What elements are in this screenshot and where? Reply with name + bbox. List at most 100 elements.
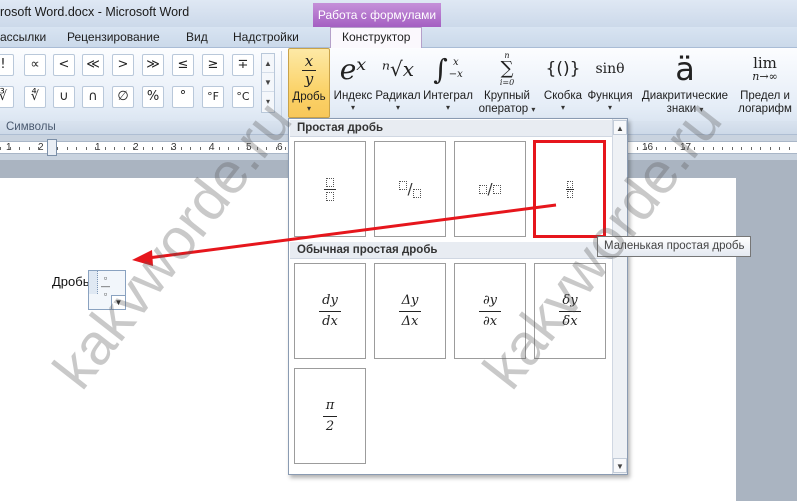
- ruler-tick: [0, 147, 1, 150]
- chevron-down-icon: ▾: [607, 103, 612, 112]
- ruler-tick: [656, 147, 657, 150]
- ruler-tick: [143, 147, 144, 150]
- symbol-button[interactable]: °: [172, 86, 194, 108]
- chevron-down-icon: ▾: [395, 103, 400, 112]
- tab-view[interactable]: Вид: [186, 30, 208, 44]
- symbol-button[interactable]: ≥: [202, 54, 224, 76]
- ruler-tick: [238, 147, 239, 150]
- chevron-down-icon: ▾: [350, 103, 355, 112]
- ruler-tick: [67, 147, 68, 150]
- expand-icon[interactable]: ▾: [262, 92, 274, 111]
- symbol-button[interactable]: ∛: [0, 86, 14, 108]
- limit-icon: lim n→∞: [752, 54, 778, 83]
- scroll-up-icon[interactable]: ▲: [613, 120, 627, 135]
- fraction-formula: ∂y ∂x: [479, 293, 501, 330]
- ruler-tick: [646, 147, 647, 150]
- sum-icon: n ∑ i=0: [499, 51, 515, 87]
- symbol-button[interactable]: ∝: [24, 54, 46, 76]
- ruler-tick: [38, 147, 39, 150]
- symbols-scroll[interactable]: ▲ ▼ ▾: [261, 53, 275, 113]
- symbol-button[interactable]: ≫: [142, 54, 164, 76]
- tab-addins[interactable]: Надстройки: [233, 30, 299, 44]
- document-text: Дробь: [52, 274, 90, 289]
- gallery-scrollbar[interactable]: ▲ ▼: [612, 119, 627, 474]
- ruler-tick: [95, 147, 96, 150]
- fraction-partial-tile[interactable]: ∂y ∂x: [454, 263, 526, 359]
- tooltip: Маленькая простая дробь: [597, 236, 752, 257]
- mini-fraction-icon: ▫ — ▫: [101, 273, 110, 299]
- ruler-tick: [114, 147, 115, 150]
- symbol-button[interactable]: %: [142, 86, 164, 108]
- index-icon: eˣ: [339, 52, 367, 86]
- ruler-tick: [694, 147, 695, 150]
- linear-fraction-tile[interactable]: /: [454, 141, 526, 237]
- index-label: Индекс: [333, 90, 373, 102]
- highlight-frame: [533, 140, 606, 238]
- fraction-small-delta-tile[interactable]: δy δx: [534, 263, 606, 359]
- function-label: Функция: [587, 90, 633, 102]
- radical-button[interactable]: ⁿ√x Радикал ▾: [374, 48, 422, 118]
- skewed-fraction-tile[interactable]: /: [374, 141, 446, 237]
- chevron-down-icon: ▾: [560, 103, 565, 112]
- bracket-label: Скобка: [543, 90, 583, 102]
- symbol-button[interactable]: ∩: [82, 86, 104, 108]
- ruler-tick: [751, 147, 752, 150]
- symbol-button[interactable]: >: [112, 54, 134, 76]
- ribbon-tabs: ассылки Рецензирование Вид Надстройки Ко…: [0, 27, 797, 49]
- scroll-up-icon[interactable]: ▲: [262, 54, 274, 73]
- accent-icon: ä: [675, 50, 695, 88]
- symbol-button[interactable]: ∅: [112, 86, 134, 108]
- symbol-button[interactable]: !: [0, 54, 14, 76]
- ruler-tick: [741, 147, 742, 150]
- symbol-button[interactable]: °C: [232, 86, 254, 108]
- fraction-formula: π2: [323, 398, 337, 435]
- ribbon-panel: ! ∝ < ≪ > ≫ ≤ ≥ ∓ ∛ ∜ ∪ ∩ ∅ % ° °F °C ▲ …: [0, 48, 797, 121]
- integral-button[interactable]: ∫ x −x Интеграл ▾: [422, 48, 474, 118]
- ruler-tick: [152, 147, 153, 150]
- ruler-tick: [665, 147, 666, 150]
- symbol-button[interactable]: °F: [202, 86, 224, 108]
- integral-icon: ∫ x −x: [433, 52, 463, 86]
- symbol-button[interactable]: <: [53, 54, 75, 76]
- symbols-group-label: Символы: [6, 121, 56, 133]
- scroll-down-icon[interactable]: ▼: [262, 73, 274, 92]
- symbol-button[interactable]: ≪: [82, 54, 104, 76]
- fraction-button[interactable]: xy Дробь ▾: [288, 48, 330, 118]
- ruler-tick: [779, 147, 780, 150]
- accent-button[interactable]: ä Диакритические знаки ▾: [636, 48, 734, 118]
- stacked-fraction-tile[interactable]: [294, 141, 366, 237]
- ruler-tick: [10, 147, 11, 150]
- scroll-down-icon[interactable]: ▼: [613, 458, 627, 473]
- tab-mailings[interactable]: ассылки: [0, 30, 46, 44]
- function-button[interactable]: sinθ Функция ▾: [586, 48, 634, 118]
- ruler-tick: [713, 147, 714, 150]
- limit-button[interactable]: lim n→∞ Предел и логарифм: [734, 48, 796, 118]
- radical-label: Радикал: [375, 90, 421, 102]
- fraction-pi-tile[interactable]: π2: [294, 368, 366, 464]
- ruler-tick: [124, 147, 125, 150]
- large-operator-button[interactable]: n ∑ i=0 Крупный оператор ▾: [476, 48, 538, 118]
- index-button[interactable]: eˣ Индекс ▾: [332, 48, 374, 118]
- symbol-button[interactable]: ∜: [24, 86, 46, 108]
- equation-handle-icon[interactable]: [89, 271, 98, 294]
- equation-object[interactable]: ▫ — ▫ ▼: [88, 270, 126, 310]
- fraction-dy-dx-tile[interactable]: dy dx: [294, 263, 366, 359]
- fraction-delta-tile[interactable]: Δy Δx: [374, 263, 446, 359]
- symbol-button[interactable]: ∓: [232, 54, 254, 76]
- tab-review[interactable]: Рецензирование: [67, 30, 160, 44]
- ruler-tick: [285, 147, 286, 150]
- limit-label: логарифм: [738, 103, 792, 115]
- radical-icon: ⁿ√x: [381, 57, 415, 81]
- equation-options-button[interactable]: ▼: [111, 295, 126, 310]
- ruler-tick: [266, 147, 267, 150]
- fraction-formula: dy dx: [319, 293, 341, 330]
- section-common-fraction: Обычная простая дробь: [290, 242, 612, 259]
- stacked-fraction-icon: [324, 177, 336, 201]
- group-divider: [281, 51, 282, 117]
- ruler-tick: [789, 147, 790, 150]
- symbol-button[interactable]: ∪: [53, 86, 75, 108]
- indent-marker-icon[interactable]: [47, 139, 57, 156]
- tab-design[interactable]: Конструктор: [330, 27, 423, 49]
- bracket-button[interactable]: {()} Скобка ▾: [540, 48, 586, 118]
- symbol-button[interactable]: ≤: [172, 54, 194, 76]
